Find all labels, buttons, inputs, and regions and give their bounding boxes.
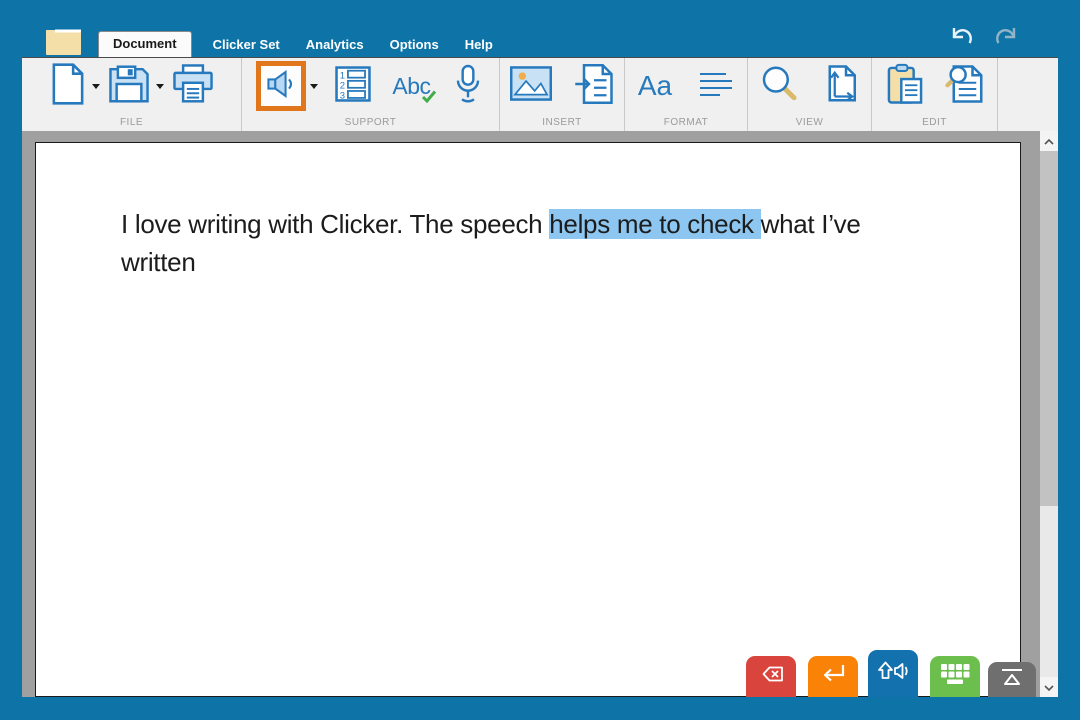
toolbar-group-edit: EDIT: [872, 58, 998, 131]
print-icon: [172, 64, 214, 109]
scroll-up-button[interactable]: [1040, 131, 1058, 151]
document-line-2: written: [121, 243, 930, 281]
text-segment: I love writing with Clicker. The speech: [121, 209, 549, 239]
tab-document[interactable]: Document: [98, 31, 192, 57]
speak-selection-icon: [265, 68, 297, 105]
main-menu-tabs: Document Clicker Set Analytics Options H…: [98, 31, 506, 57]
insert-picture-button[interactable]: [508, 64, 554, 108]
undo-redo-controls: [946, 24, 1022, 56]
toolbar-group-label: SUPPORT: [242, 117, 499, 128]
paste-icon: [885, 63, 925, 110]
collapse-icon: [998, 667, 1026, 692]
font-icon: Aa: [638, 70, 672, 102]
toolbar-spacer: [998, 58, 1058, 131]
new-document-button[interactable]: [48, 61, 88, 112]
word-bank-button[interactable]: 1 2 3: [332, 63, 374, 110]
scroll-down-icon: [1044, 678, 1054, 696]
paragraph-button[interactable]: [694, 68, 736, 105]
keyboard-icon: [939, 662, 971, 691]
save-button[interactable]: [106, 62, 152, 111]
new-document-dropdown[interactable]: [92, 84, 100, 89]
document-page[interactable]: I love writing with Clicker. The speech …: [35, 142, 1021, 697]
backspace-button[interactable]: [746, 656, 796, 697]
toolbar-group-view: VIEW: [748, 58, 872, 131]
tab-analytics[interactable]: Analytics: [293, 33, 377, 57]
tab-clicker-set[interactable]: Clicker Set: [200, 33, 293, 57]
window-bottom-frame: [0, 697, 1080, 720]
word-bank-icon: 1 2 3: [334, 65, 372, 108]
tab-help[interactable]: Help: [452, 33, 506, 57]
document-line-1: I love writing with Clicker. The speech …: [121, 205, 930, 243]
page-setup-button[interactable]: [819, 62, 863, 111]
text-segment: what I’ve: [761, 209, 861, 239]
toolbar-group-support: 1 2 3 Abc: [242, 58, 500, 131]
insert-picture-icon: [510, 66, 552, 106]
speak-dropdown[interactable]: [310, 84, 318, 89]
page-setup-icon: [821, 64, 861, 109]
toolbar-group-label: INSERT: [500, 117, 624, 128]
insert-document-icon: [574, 64, 614, 109]
backspace-icon: [755, 662, 787, 691]
check-icon: [421, 90, 437, 108]
undo-icon[interactable]: [946, 24, 976, 56]
scrollbar-track[interactable]: [1040, 151, 1058, 677]
redo-icon[interactable]: [992, 24, 1022, 56]
scroll-down-button[interactable]: [1040, 677, 1058, 697]
document-text: I love writing with Clicker. The speech …: [36, 143, 1020, 281]
new-document-icon: [50, 63, 86, 110]
print-button[interactable]: [170, 62, 216, 111]
folder-icon[interactable]: [45, 24, 82, 61]
paragraph-icon: [696, 70, 734, 103]
scroll-up-icon: [1044, 132, 1054, 150]
keyboard-button[interactable]: [930, 656, 980, 697]
toolbar-group-label: FORMAT: [625, 117, 747, 128]
speak-button[interactable]: [256, 61, 306, 111]
paste-button[interactable]: [883, 61, 927, 112]
find-button[interactable]: [943, 62, 987, 111]
clicker-app-window: Document Clicker Set Analytics Options H…: [0, 0, 1080, 720]
vertical-scrollbar[interactable]: [1040, 131, 1058, 697]
toolbar-group-label: VIEW: [748, 117, 871, 128]
toolbar-group-insert: INSERT: [500, 58, 625, 131]
scrollbar-thumb[interactable]: [1040, 151, 1058, 506]
spellcheck-button[interactable]: Abc: [390, 71, 432, 102]
titlebar: Document Clicker Set Analytics Options H…: [0, 0, 1080, 57]
ribbon-toolbar: FILE: [22, 57, 1058, 131]
toolbar-group-format: Aa FORMAT: [625, 58, 748, 131]
find-icon: [945, 64, 985, 109]
speak-button-quick[interactable]: [868, 650, 918, 697]
save-dropdown[interactable]: [156, 84, 164, 89]
record-button[interactable]: [451, 62, 485, 111]
zoom-icon: [759, 64, 799, 109]
save-icon: [108, 64, 150, 109]
toolbar-group-file: FILE: [22, 58, 242, 131]
speak-icon: [876, 657, 910, 690]
return-button[interactable]: [808, 656, 858, 697]
svg-text:3: 3: [340, 90, 345, 101]
insert-document-button[interactable]: [572, 62, 616, 111]
zoom-button[interactable]: [757, 62, 801, 111]
record-icon: [453, 64, 483, 109]
font-button[interactable]: Aa: [636, 68, 674, 104]
text-segment: written: [121, 247, 195, 277]
collapse-keyboard-button[interactable]: [988, 662, 1036, 697]
document-workspace: I love writing with Clicker. The speech …: [22, 131, 1058, 697]
selected-text: helps me to check: [549, 209, 760, 239]
toolbar-group-label: EDIT: [872, 117, 997, 128]
tab-options[interactable]: Options: [377, 33, 452, 57]
return-icon: [818, 661, 848, 692]
toolbar-group-label: FILE: [22, 117, 241, 128]
